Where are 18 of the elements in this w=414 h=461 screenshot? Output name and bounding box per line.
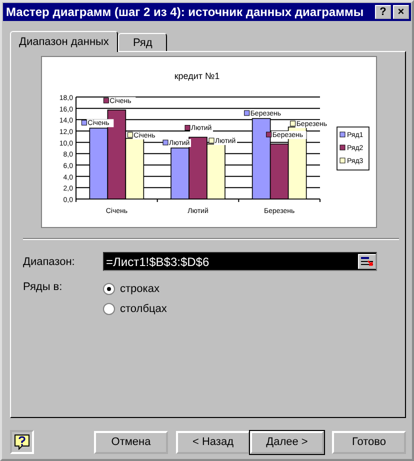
dialog-button[interactable]: Отмена: [94, 430, 168, 454]
series-in-label: Ряды в:: [23, 281, 64, 295]
range-label: Диапазон:: [23, 256, 76, 268]
dialog-button[interactable]: Готово: [332, 430, 406, 454]
chart-title: кредит №1: [174, 71, 220, 81]
chart-legend: [336, 126, 370, 170]
tab[interactable]: Диапазон данных: [10, 31, 118, 52]
help-icon[interactable]: [10, 430, 34, 454]
dialog-button[interactable]: < Назад: [176, 430, 250, 454]
range-field[interactable]: =Лист1!$B$3:$D$6: [103, 252, 377, 271]
collapse-dialog-button[interactable]: [358, 254, 376, 269]
window-title: Мастер диаграмм (шаг 2 из 4): источник данных диаграммы: [6, 5, 365, 19]
tab[interactable]: Ряд: [118, 33, 168, 51]
close-button[interactable]: ×: [393, 5, 409, 19]
help-button[interactable]: ?: [375, 5, 391, 19]
radio-option[interactable]: столбцах: [103, 301, 167, 317]
dialog-button[interactable]: Далее >: [250, 430, 324, 454]
radio-option[interactable]: строках: [103, 281, 167, 297]
